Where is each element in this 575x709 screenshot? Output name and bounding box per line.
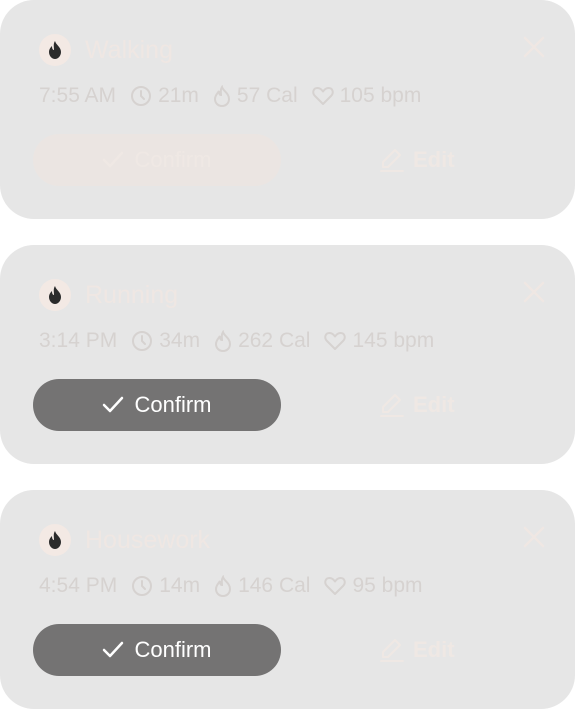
calories-stat: 262 Cal [214,329,310,353]
activity-card: Running 3:14 PM 34m 262 Cal 145 bpm Conf… [0,245,575,464]
pencil-icon [380,149,404,172]
activity-stats: 4:54 PM 14m 146 Cal 95 bpm [39,572,437,600]
check-icon [103,396,124,413]
activity-stats: 7:55 AM 21m 57 Cal 105 bpm [39,82,435,110]
close-icon[interactable] [521,524,547,550]
confirm-label: Confirm [134,392,212,417]
clock-icon [132,576,153,596]
activity-stats: 3:14 PM 34m 262 Cal 145 bpm [39,327,448,355]
flame-outline-icon [215,575,232,597]
activity-header: Walking [39,34,173,66]
pencil-icon [380,639,404,662]
calories-stat: 57 Cal [213,84,298,108]
flame-icon [39,524,71,556]
flame-outline-icon [215,330,232,352]
edit-label: Edit [413,637,455,662]
flame-outline-icon [213,85,230,107]
heart-rate-value: 95 bpm [352,574,423,597]
duration-stat: 34m [131,329,200,353]
calories-value: 262 Cal [238,329,311,352]
calories-value: 57 Cal [236,84,298,107]
duration-value: 14m [159,574,201,597]
duration-stat: 21m [130,84,199,108]
duration-value: 21m [158,84,199,107]
confirm-button[interactable]: Confirm [33,624,281,676]
confirm-button[interactable]: Confirm [33,379,281,431]
activity-header: Running [39,279,178,311]
heart-rate-stat: 145 bpm [324,329,434,353]
activity-card: Housework 4:54 PM 14m 146 Cal 95 bpm Con… [0,490,575,709]
calories-stat: 146 Cal [214,574,310,598]
start-time: 7:55 AM [39,84,117,107]
start-time: 4:54 PM [39,574,118,597]
check-icon [103,151,124,168]
heart-rate-value: 145 bpm [352,329,435,352]
confirm-label: Confirm [134,637,212,662]
close-icon[interactable] [521,34,547,60]
activity-title: Housework [85,525,211,554]
activity-title: Running [85,280,179,309]
edit-button[interactable]: Edit [379,390,455,420]
flame-icon [39,279,71,311]
edit-button[interactable]: Edit [379,145,455,175]
clock-icon [132,331,153,351]
edit-button[interactable]: Edit [379,635,455,665]
heart-icon [324,332,347,350]
confirm-button[interactable]: Confirm [33,134,281,186]
heart-icon [324,577,347,595]
check-icon [103,641,124,658]
heart-icon [311,87,334,105]
start-time: 3:14 PM [39,329,118,352]
duration-stat: 14m [131,574,200,598]
activity-title: Walking [85,35,173,64]
edit-label: Edit [413,392,455,417]
flame-icon [39,34,71,66]
calories-value: 146 Cal [238,574,311,597]
activity-header: Housework [39,524,210,556]
duration-value: 34m [159,329,201,352]
clock-icon [131,86,152,106]
confirm-label: Confirm [134,147,212,172]
close-icon[interactable] [521,279,547,305]
heart-rate-stat: 95 bpm [324,574,423,598]
heart-rate-value: 105 bpm [339,84,422,107]
edit-label: Edit [413,147,455,172]
heart-rate-stat: 105 bpm [311,84,422,108]
pencil-icon [380,394,404,417]
activity-card: Walking 7:55 AM 21m 57 Cal 105 bpm Confi… [0,0,575,219]
